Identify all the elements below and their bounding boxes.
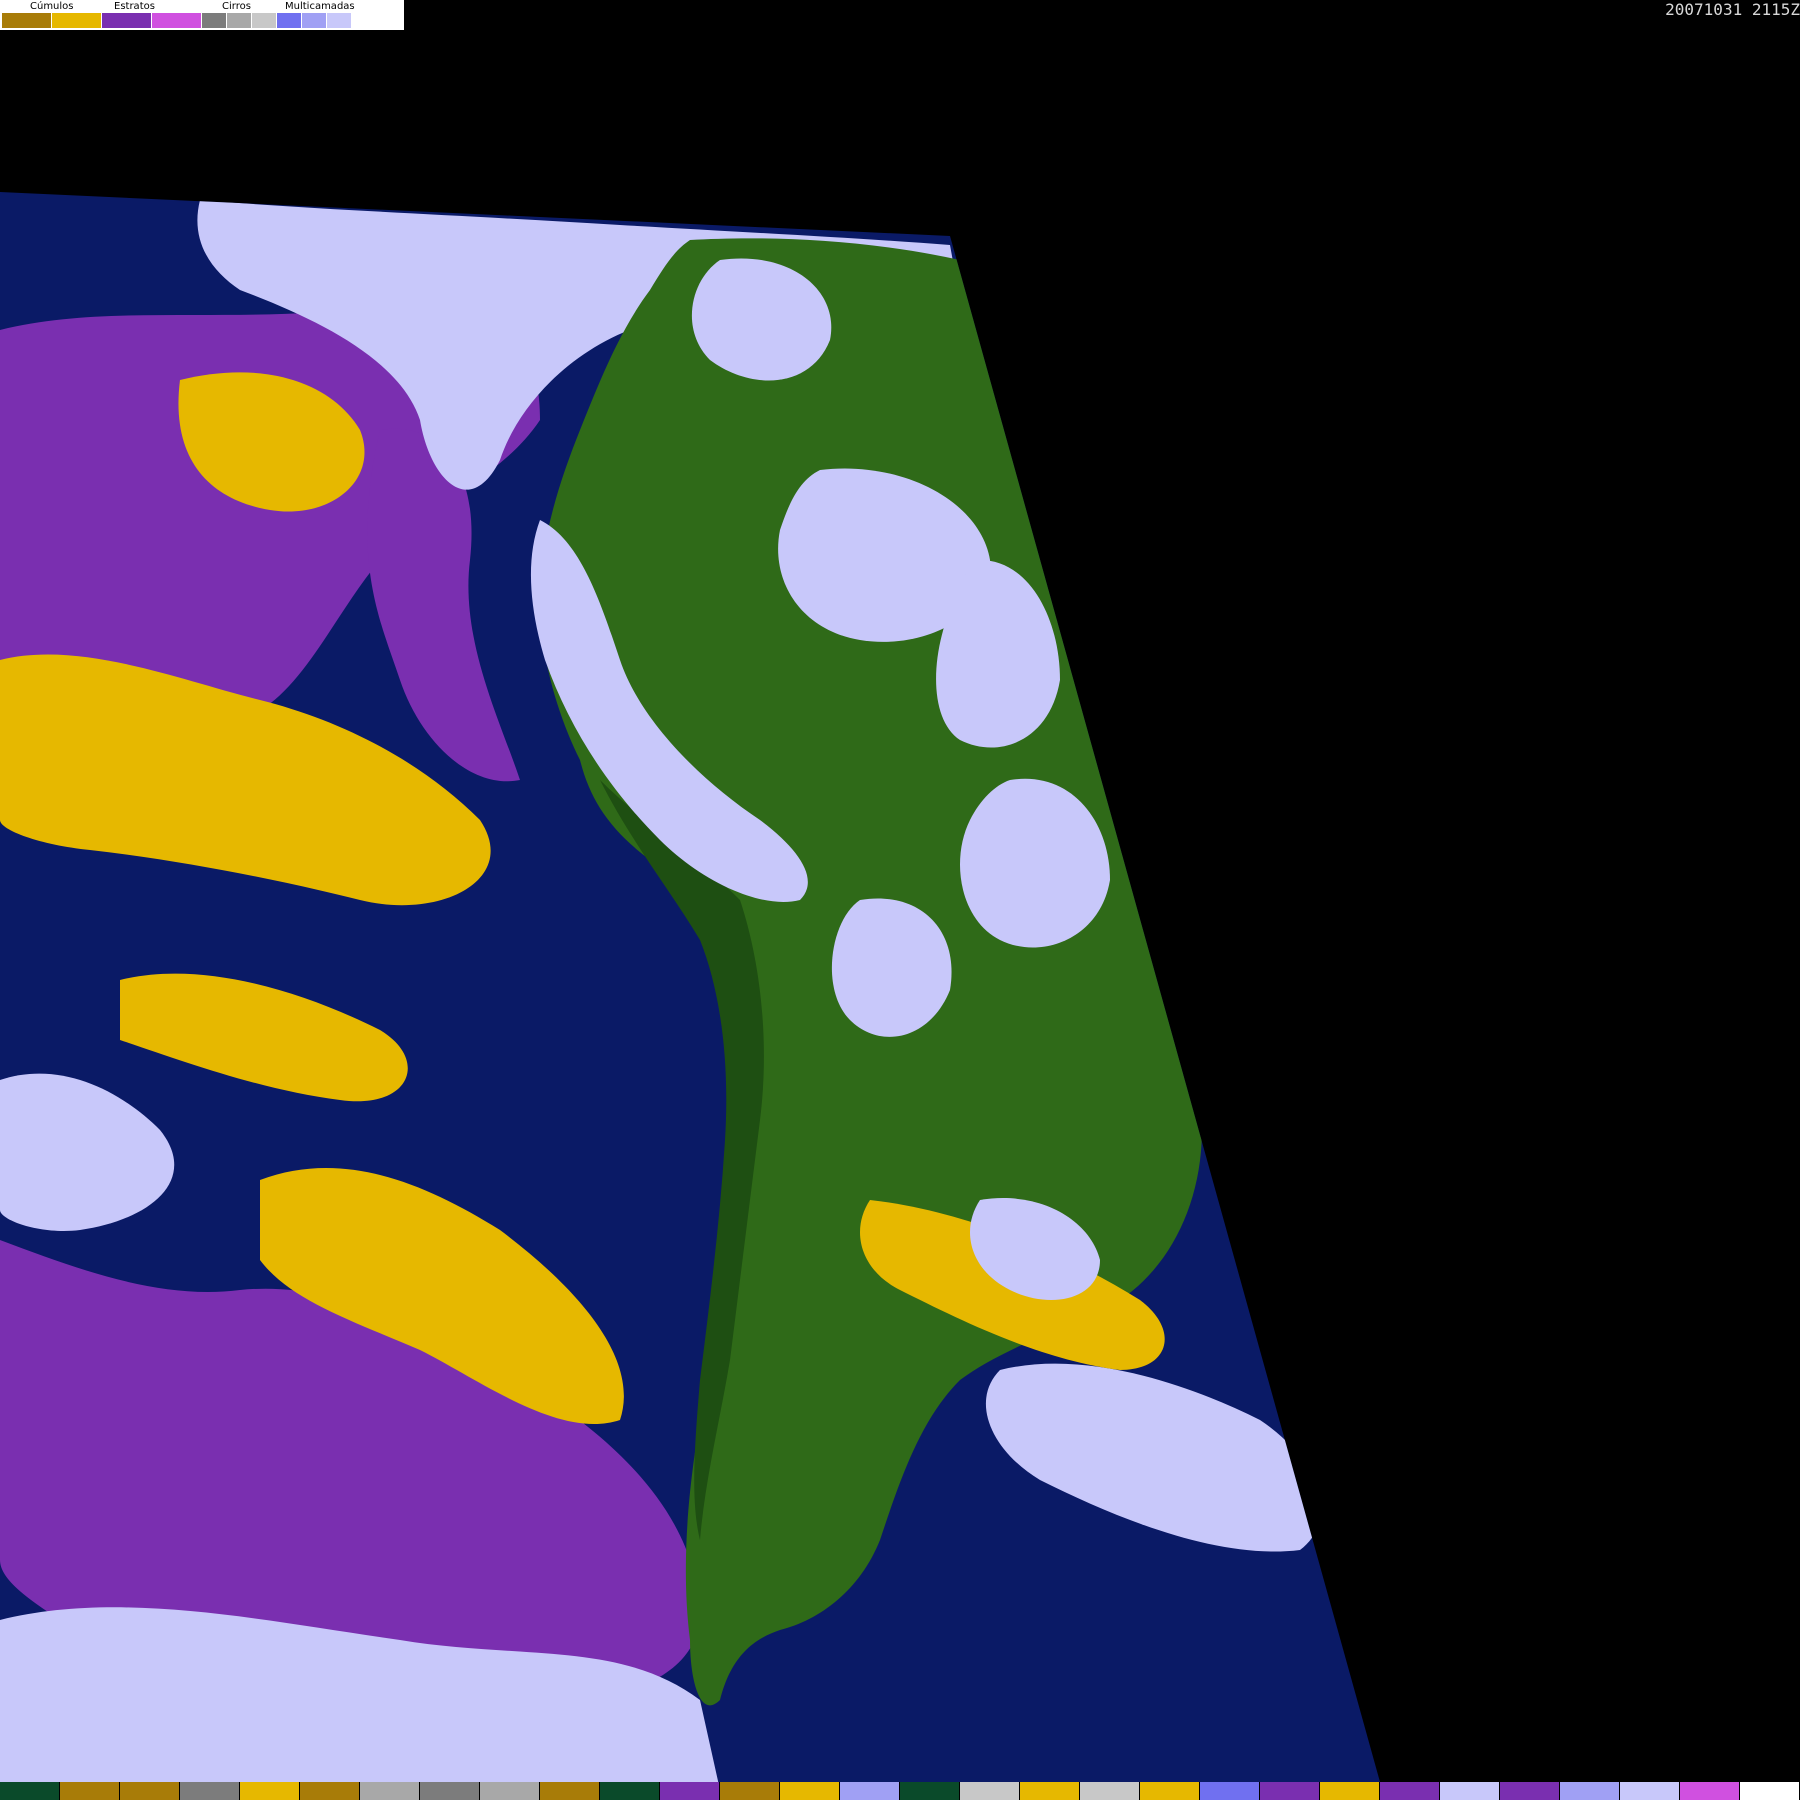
strip-cell [1320, 1782, 1380, 1800]
strip-cell [1200, 1782, 1260, 1800]
strip-cell [300, 1782, 360, 1800]
legend-swatch [152, 13, 201, 28]
strip-cell [0, 1782, 60, 1800]
strip-cell [360, 1782, 420, 1800]
strip-cell [540, 1782, 600, 1800]
strip-cell [600, 1782, 660, 1800]
strip-cell [900, 1782, 960, 1800]
legend-swatch [352, 13, 376, 28]
legend-swatch [2, 13, 51, 28]
image-timestamp: 20071031 2115Z [1665, 0, 1800, 19]
strip-cell [180, 1782, 240, 1800]
strip-cell [1620, 1782, 1680, 1800]
strip-cell [720, 1782, 780, 1800]
cloud-type-legend: Cúmulos Estratos Cirros Multicamadas [0, 0, 404, 30]
strip-cell [1500, 1782, 1560, 1800]
strip-cell [1560, 1782, 1620, 1800]
strip-cell [960, 1782, 1020, 1800]
legend-label-2: Cirros [222, 1, 251, 12]
strip-cell [60, 1782, 120, 1800]
legend-swatch [52, 13, 101, 28]
strip-cell [840, 1782, 900, 1800]
strip-cell [1680, 1782, 1740, 1800]
legend-swatch [252, 13, 276, 28]
strip-cell [1740, 1782, 1800, 1800]
strip-cell [1380, 1782, 1440, 1800]
satellite-image: Cúmulos Estratos Cirros Multicamadas 200710… [0, 0, 1800, 1800]
legend-label-3: Multicamadas [285, 1, 355, 12]
strip-cell [480, 1782, 540, 1800]
strip-cell [1020, 1782, 1080, 1800]
legend-label-0: Cúmulos [30, 1, 74, 12]
strip-cell [1140, 1782, 1200, 1800]
cloud-classification-map [0, 192, 1380, 1782]
legend-swatch [302, 13, 326, 28]
legend-swatch [202, 13, 226, 28]
strip-cell [780, 1782, 840, 1800]
legend-swatch [277, 13, 301, 28]
strip-cell [1080, 1782, 1140, 1800]
strip-cell [1440, 1782, 1500, 1800]
legend-swatch [227, 13, 251, 28]
strip-cell [1260, 1782, 1320, 1800]
legend-swatch [327, 13, 351, 28]
strip-cell [120, 1782, 180, 1800]
legend-label-1: Estratos [114, 1, 155, 12]
strip-cell [420, 1782, 480, 1800]
legend-swatch [102, 13, 151, 28]
strip-cell [660, 1782, 720, 1800]
bottom-color-strip [0, 1782, 1800, 1800]
strip-cell [240, 1782, 300, 1800]
